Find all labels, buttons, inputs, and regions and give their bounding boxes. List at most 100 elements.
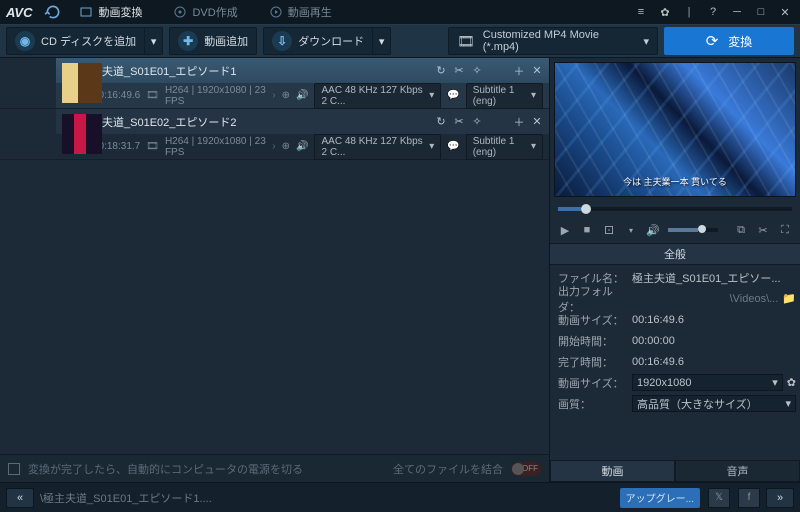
add-disc-button[interactable]: ◉CD ディスクを追加 ▾ bbox=[6, 27, 163, 55]
dim-select[interactable]: 1920x1080▾ bbox=[632, 374, 783, 391]
toolbar: ◉CD ディスクを追加 ▾ ✚ 動画追加 ⇩ダウンロード ▾ 🎞 Customiz… bbox=[0, 24, 800, 58]
next-button[interactable]: » bbox=[766, 488, 794, 508]
fx-icon[interactable]: ✧ bbox=[471, 116, 483, 128]
add-video-button[interactable]: ✚ 動画追加 bbox=[169, 27, 257, 55]
file-list-panel: ✎ 極主夫道_S01E01_エピソード1 ↻ ✂ ✧ ＋ ✕ ✓ ◷ 00:16… bbox=[0, 58, 550, 482]
thumbnail bbox=[62, 114, 102, 154]
item-title: 極主夫道_S01E01_エピソード1 bbox=[80, 63, 429, 79]
menu-icon[interactable]: ≡ bbox=[632, 3, 650, 21]
maximize-icon[interactable]: □ bbox=[752, 3, 770, 21]
upgrade-button[interactable]: アップグレー... bbox=[620, 488, 700, 508]
file-list: ✎ 極主夫道_S01E01_エピソード1 ↻ ✂ ✧ ＋ ✕ ✓ ◷ 00:16… bbox=[0, 58, 549, 454]
item-title: 極主夫道_S01E02_エピソード2 bbox=[80, 114, 429, 130]
general-header: 全般 bbox=[550, 243, 800, 265]
encode-icon[interactable]: ⊕ bbox=[282, 90, 290, 101]
format-label: Customized MP4 Movie (*.mp4) bbox=[483, 29, 636, 53]
folder-icon[interactable]: 📁 bbox=[782, 292, 796, 305]
download-label: ダウンロード bbox=[298, 33, 364, 49]
chevron-down-icon[interactable]: ▾ bbox=[624, 223, 638, 237]
list-item[interactable]: ✎ 極主夫道_S01E02_エピソード2 ↻ ✂ ✧ ＋ ✕ ✓ ◷ 00:18… bbox=[0, 109, 549, 160]
snapshot-icon[interactable]: ⚀ bbox=[602, 223, 616, 237]
volume-icon[interactable]: 🔊 bbox=[646, 223, 660, 237]
remove-icon[interactable]: ✕ bbox=[531, 65, 543, 77]
audio-select[interactable]: AAC 48 KHz 127 Kbps 2 C...▾ bbox=[314, 134, 441, 160]
preview-subtitle: 今は 主夫業一本 貫いてる bbox=[555, 175, 795, 188]
speaker-icon: 🔊 bbox=[296, 141, 308, 152]
add-disc-caret[interactable]: ▾ bbox=[144, 28, 162, 54]
size-label: 動画サイズ： bbox=[554, 312, 632, 328]
cut-icon[interactable]: ✂ bbox=[756, 223, 770, 237]
dvd-tab-icon bbox=[174, 6, 186, 18]
quality-select[interactable]: 高品質（大きなサイズ）▾ bbox=[632, 395, 796, 412]
speaker-icon: 🔊 bbox=[296, 90, 308, 101]
close-icon[interactable]: ✕ bbox=[776, 3, 794, 21]
add-icon[interactable]: ＋ bbox=[513, 116, 525, 128]
stop-icon[interactable]: ■ bbox=[580, 223, 594, 237]
convert-label: 変換 bbox=[728, 33, 752, 50]
status-path: \極主夫道_S01E01_エピソード1.... bbox=[40, 490, 212, 506]
convert-icon: ⟳ bbox=[706, 32, 719, 50]
audio-select[interactable]: AAC 48 KHz 127 Kbps 2 C...▾ bbox=[314, 83, 441, 109]
tab-play[interactable]: 動画再生 bbox=[256, 0, 346, 24]
tab-convert-label: 動画変換 bbox=[98, 4, 142, 20]
cut-icon[interactable]: ✂ bbox=[453, 116, 465, 128]
titlebar: AVC 動画変換 DVD作成 動画再生 ≡ ✿ | ? ─ □ ✕ bbox=[0, 0, 800, 24]
av-tabs: 動画 音声 bbox=[550, 460, 800, 482]
play-icon[interactable]: ▶ bbox=[558, 223, 572, 237]
play-tab-icon bbox=[270, 6, 282, 18]
format-select[interactable]: 🎞 Customized MP4 Movie (*.mp4) ▾ bbox=[448, 27, 658, 55]
subtitle-label: Subtitle 1 (eng) bbox=[473, 85, 527, 107]
tab-dvd[interactable]: DVD作成 bbox=[160, 0, 251, 24]
item-info: H264 | 1920x1080 | 23 FPS bbox=[165, 136, 266, 158]
download-caret[interactable]: ▾ bbox=[372, 28, 390, 54]
app-logo: AVC bbox=[6, 5, 32, 20]
start-label: 開始時間： bbox=[554, 333, 632, 349]
tab-dvd-label: DVD作成 bbox=[192, 4, 237, 20]
fx-icon[interactable]: ✧ bbox=[471, 65, 483, 77]
end-label: 完了時間： bbox=[554, 354, 632, 370]
add-disc-label: CD ディスクを追加 bbox=[41, 33, 136, 49]
repeat-icon[interactable]: ↻ bbox=[435, 116, 447, 128]
volume-slider[interactable] bbox=[668, 228, 718, 232]
list-item[interactable]: ✎ 極主夫道_S01E01_エピソード1 ↻ ✂ ✧ ＋ ✕ ✓ ◷ 00:16… bbox=[0, 58, 549, 109]
download-button[interactable]: ⇩ダウンロード ▾ bbox=[263, 27, 391, 55]
twitter-icon[interactable]: 𝕏 bbox=[708, 488, 730, 508]
audio-label: AAC 48 KHz 127 Kbps 2 C... bbox=[321, 85, 425, 107]
help-icon[interactable]: ? bbox=[704, 3, 722, 21]
size-value: 00:16:49.6 bbox=[632, 314, 796, 326]
seek-bar[interactable] bbox=[550, 201, 800, 217]
filename-value: 極主夫道_S01E01_エピソー... bbox=[632, 270, 796, 286]
film-icon: 🎞 bbox=[457, 33, 475, 50]
shutdown-checkbox[interactable] bbox=[8, 463, 20, 475]
cut-icon[interactable]: ✂ bbox=[453, 65, 465, 77]
prev-button[interactable]: « bbox=[6, 488, 34, 508]
outfolder-value: \Videos\... bbox=[632, 293, 778, 305]
refresh-icon[interactable] bbox=[44, 3, 62, 21]
repeat-icon[interactable]: ↻ bbox=[435, 65, 447, 77]
subtitle-label: Subtitle 1 (eng) bbox=[473, 136, 527, 158]
merge-switch[interactable]: OFF bbox=[511, 462, 541, 476]
subtitle-select[interactable]: Subtitle 1 (eng)▾ bbox=[466, 83, 543, 109]
film-icon: 🎞 bbox=[146, 141, 159, 152]
tab-convert[interactable]: 動画変換 bbox=[66, 0, 156, 24]
gear-icon[interactable]: ✿ bbox=[787, 376, 796, 389]
statusbar: « \極主夫道_S01E01_エピソード1.... アップグレー... 𝕏 f … bbox=[0, 482, 800, 512]
encode-icon[interactable]: ⊕ bbox=[282, 141, 290, 152]
facebook-icon[interactable]: f bbox=[738, 488, 760, 508]
loop-icon[interactable]: ⧉ bbox=[734, 223, 748, 237]
expand-icon[interactable]: ⛶ bbox=[778, 223, 792, 237]
settings-icon[interactable]: ✿ bbox=[656, 3, 674, 21]
add-video-icon: ✚ bbox=[178, 31, 198, 51]
subtitle-icon: 💬 bbox=[447, 141, 459, 152]
convert-button[interactable]: ⟳ 変換 bbox=[664, 27, 794, 55]
thumbnail bbox=[62, 63, 102, 103]
add-video-label: 動画追加 bbox=[204, 33, 248, 49]
tab-video[interactable]: 動画 bbox=[550, 460, 675, 482]
remove-icon[interactable]: ✕ bbox=[531, 116, 543, 128]
tab-audio[interactable]: 音声 bbox=[675, 460, 800, 482]
subtitle-icon: 💬 bbox=[447, 90, 459, 101]
dim-label: 動画サイズ： bbox=[554, 375, 632, 391]
subtitle-select[interactable]: Subtitle 1 (eng)▾ bbox=[466, 134, 543, 160]
minimize-icon[interactable]: ─ bbox=[728, 3, 746, 21]
add-icon[interactable]: ＋ bbox=[513, 65, 525, 77]
